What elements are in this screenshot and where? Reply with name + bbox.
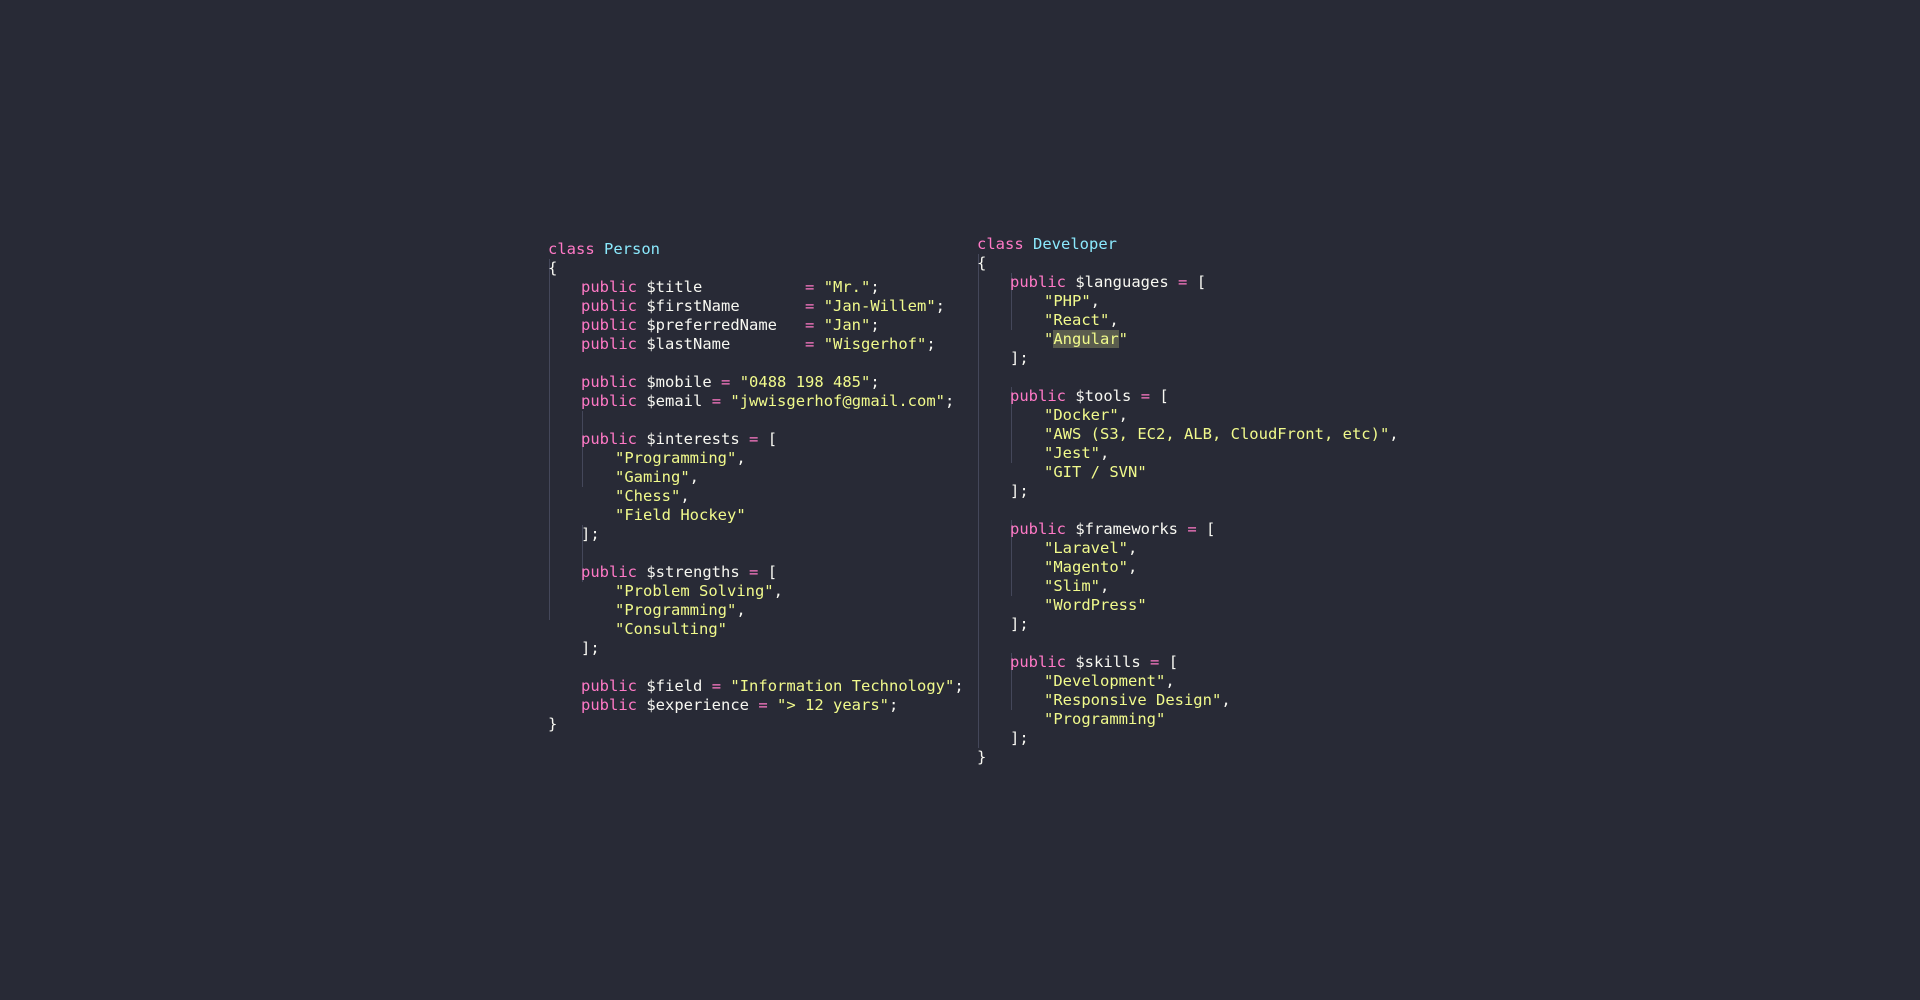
array-item: "Gaming", <box>615 468 699 486</box>
array-item: "Laravel", <box>1044 539 1138 557</box>
property-strengths: public $strengths = [ <box>581 563 778 581</box>
class-name: Developer <box>1033 235 1118 253</box>
array-item: "Development", <box>1044 672 1175 690</box>
property-languages: public $languages = [ <box>1010 273 1207 291</box>
array-close: ]; <box>1010 482 1029 500</box>
person-class-block: class Person { public $title = "Mr."; pu… <box>548 240 964 734</box>
property-tools: public $tools = [ <box>1010 387 1169 405</box>
array-item: "Problem Solving", <box>615 582 783 600</box>
class-keyword: class <box>548 240 595 258</box>
array-item: "Programming", <box>615 601 746 619</box>
array-item: "Responsive Design", <box>1044 691 1231 709</box>
text-selection-highlight[interactable]: Angular <box>1053 330 1119 348</box>
array-item: "Chess", <box>615 487 690 505</box>
property-experience: public $experience = "> 12 years"; <box>581 696 899 714</box>
property-title: public $title = "Mr."; <box>581 278 880 296</box>
property-frameworks: public $frameworks = [ <box>1010 520 1216 538</box>
array-close: ]; <box>581 639 600 657</box>
array-item: "Docker", <box>1044 406 1128 424</box>
array-item: "Magento", <box>1044 558 1138 576</box>
array-item: "GIT / SVN" <box>1044 463 1147 481</box>
array-item: "PHP", <box>1044 292 1101 310</box>
class-declaration: class Person <box>548 240 964 259</box>
array-item: "AWS (S3, EC2, ALB, CloudFront, etc)", <box>1044 425 1399 443</box>
class-keyword: class <box>977 235 1024 253</box>
array-item: "Slim", <box>1044 577 1110 595</box>
array-close: ]; <box>1010 615 1029 633</box>
property-firstname: public $firstName = "Jan-Willem"; <box>581 297 946 315</box>
array-item: "Field Hockey" <box>615 506 746 524</box>
open-brace: { <box>977 254 987 272</box>
array-item: "WordPress" <box>1044 596 1147 614</box>
property-skills: public $skills = [ <box>1010 653 1179 671</box>
developer-class-block: class Developer { public $languages = [ … <box>977 235 1399 767</box>
property-mobile: public $mobile = "0488 198 485"; <box>581 373 880 391</box>
close-brace: } <box>548 715 558 733</box>
array-close: ]; <box>581 525 600 543</box>
property-field: public $field = "Information Technology"… <box>581 677 964 695</box>
property-interests: public $interests = [ <box>581 430 778 448</box>
property-email: public $email = "jwwisgerhof@gmail.com"; <box>581 392 955 410</box>
property-preferredname: public $preferredName = "Jan"; <box>581 316 880 334</box>
array-item: "Programming", <box>615 449 746 467</box>
array-item: "Programming" <box>1044 710 1166 728</box>
array-close: ]; <box>1010 729 1029 747</box>
array-close: ]; <box>1010 349 1029 367</box>
close-brace: } <box>977 748 987 766</box>
array-item: "Jest", <box>1044 444 1110 462</box>
array-item: "React", <box>1044 311 1119 329</box>
array-item-selected[interactable]: "Angular" <box>977 330 1399 349</box>
class-declaration: class Developer <box>977 235 1399 254</box>
array-item: "Consulting" <box>615 620 727 638</box>
property-lastname: public $lastName = "Wisgerhof"; <box>581 335 936 353</box>
open-brace: { <box>548 259 558 277</box>
class-name: Person <box>604 240 661 258</box>
